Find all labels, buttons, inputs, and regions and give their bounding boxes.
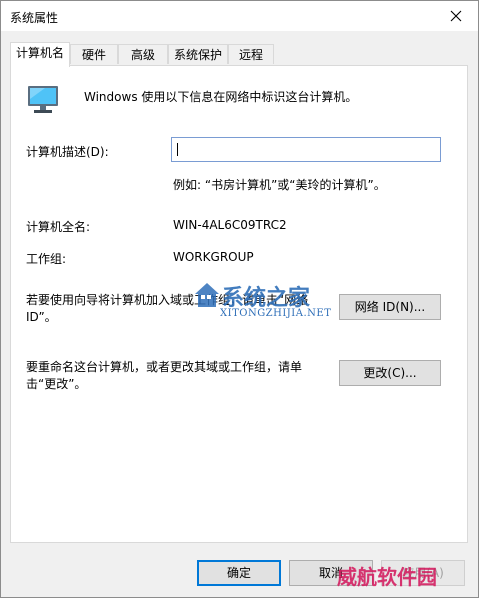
text-caret (177, 143, 178, 156)
description-example: 例如: “书房计算机”或“美玲的计算机”。 (173, 178, 386, 192)
workgroup-label: 工作组: (26, 252, 67, 266)
tab-hardware[interactable]: 硬件 (70, 44, 118, 64)
rename-text: 要重命名这台计算机，或者更改其域或工作组，请单击“更改”。 (26, 360, 303, 391)
window-title: 系统属性 (10, 11, 59, 25)
tab-system-protection[interactable]: 系统保护 (168, 44, 228, 64)
change-button[interactable]: 更改(C)... (339, 360, 441, 386)
full-name-value: WIN-4AL6C09TRC2 (173, 218, 287, 232)
close-button[interactable] (434, 1, 478, 31)
workgroup-value: WORKGROUP (173, 250, 254, 264)
title-bar: 系统属性 (1, 1, 478, 31)
network-id-button[interactable]: 网络 ID(N)... (339, 294, 441, 320)
intro-text: Windows 使用以下信息在网络中标识这台计算机。 (84, 90, 358, 104)
corner-watermark: 威航软件园 (337, 565, 437, 589)
watermark-logo-subtext: XITONGZHIJIA.NET (220, 308, 332, 319)
house-logo-icon (195, 283, 219, 307)
ok-button[interactable]: 确定 (197, 560, 281, 586)
tab-remote[interactable]: 远程 (228, 44, 274, 64)
tab-advanced[interactable]: 高级 (118, 44, 168, 64)
close-icon (450, 10, 462, 22)
tab-computer-name[interactable]: 计算机名 (10, 42, 70, 67)
computer-description-input[interactable] (171, 137, 441, 162)
description-label: 计算机描述(D): (26, 145, 109, 159)
full-name-label: 计算机全名: (26, 220, 91, 234)
computer-monitor-icon (28, 86, 58, 113)
